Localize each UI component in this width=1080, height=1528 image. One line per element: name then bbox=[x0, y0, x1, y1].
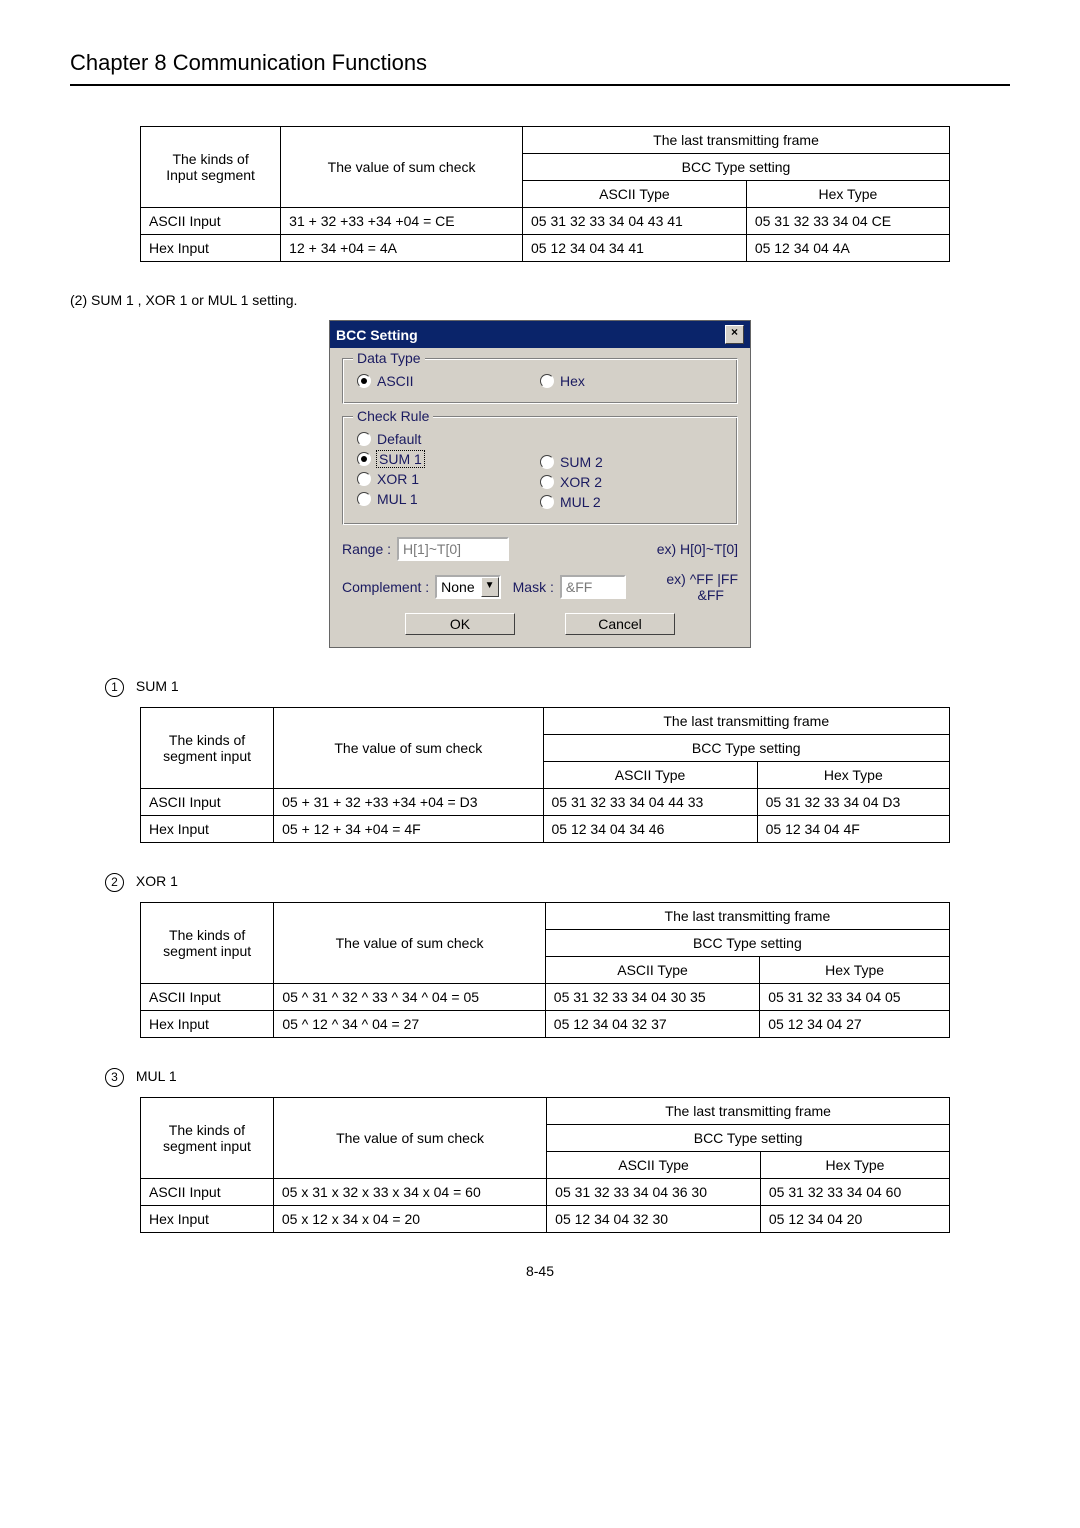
radio-sum2[interactable]: SUM 2 bbox=[540, 454, 723, 470]
radio-xor2-label: XOR 2 bbox=[560, 474, 602, 490]
radio-xor2[interactable]: XOR 2 bbox=[540, 474, 723, 490]
radio-sum1[interactable]: SUM 1 bbox=[357, 451, 540, 467]
radio-dot-icon bbox=[357, 472, 371, 486]
radio-dot-icon bbox=[357, 432, 371, 446]
table-row: ASCII Input 05 + 31 + 32 +33 +34 +04 = D… bbox=[141, 789, 950, 816]
complement-select[interactable]: None ▼ bbox=[435, 575, 500, 599]
col-bcc-type: BCC Type setting bbox=[523, 154, 950, 181]
col-hex-type: Hex Type bbox=[757, 762, 949, 789]
col-kinds: The kinds of Input segment bbox=[141, 127, 281, 208]
col-bcc-type: BCC Type setting bbox=[543, 735, 950, 762]
mask-example: ex) ^FF |FF &FF bbox=[666, 571, 738, 603]
heading-xor1: 2 XOR 1 bbox=[105, 873, 1010, 892]
heading-xor1-text: XOR 1 bbox=[136, 873, 178, 889]
range-example: ex) H[0]~T[0] bbox=[657, 541, 738, 557]
radio-ascii[interactable]: ASCII bbox=[357, 373, 540, 389]
caption-sum-xor-mul: (2) SUM 1 , XOR 1 or MUL 1 setting. bbox=[70, 292, 1010, 308]
radio-mul1[interactable]: MUL 1 bbox=[357, 491, 540, 507]
heading-sum1: 1 SUM 1 bbox=[105, 678, 1010, 697]
circled-number-icon: 1 bbox=[105, 678, 124, 697]
radio-dot-icon bbox=[540, 475, 554, 489]
radio-xor1[interactable]: XOR 1 bbox=[357, 471, 540, 487]
col-bcc-type: BCC Type setting bbox=[547, 1125, 950, 1152]
group-check-rule-legend: Check Rule bbox=[353, 408, 433, 424]
close-icon[interactable]: × bbox=[725, 325, 744, 344]
table-row: Hex Input 12 + 34 +04 = 4A 05 12 34 04 3… bbox=[141, 235, 950, 262]
col-sumcheck: The value of sum check bbox=[281, 127, 523, 208]
col-hex-type: Hex Type bbox=[760, 957, 950, 984]
radio-mul1-label: MUL 1 bbox=[377, 491, 418, 507]
chevron-down-icon: ▼ bbox=[481, 577, 499, 597]
radio-mul2-label: MUL 2 bbox=[560, 494, 601, 510]
table-row: ASCII Input 05 x 31 x 32 x 33 x 34 x 04 … bbox=[141, 1179, 950, 1206]
col-hex-type: Hex Type bbox=[746, 181, 949, 208]
col-hex-type: Hex Type bbox=[760, 1152, 949, 1179]
radio-ascii-label: ASCII bbox=[377, 373, 414, 389]
radio-sum1-label: SUM 1 bbox=[377, 451, 424, 467]
radio-dot-icon bbox=[357, 452, 371, 466]
col-sumcheck: The value of sum check bbox=[274, 903, 545, 984]
complement-row: Complement : None ▼ Mask : &FF ex) ^FF |… bbox=[342, 571, 738, 603]
col-bcc-type: BCC Type setting bbox=[545, 930, 949, 957]
table-row: Hex Input 05 x 12 x 34 x 04 = 20 05 12 3… bbox=[141, 1206, 950, 1233]
table-row: Hex Input 05 ^ 12 ^ 34 ^ 04 = 27 05 12 3… bbox=[141, 1011, 950, 1038]
col-last-frame: The last transmitting frame bbox=[545, 903, 949, 930]
col-ascii-type: ASCII Type bbox=[543, 762, 757, 789]
radio-default-label: Default bbox=[377, 431, 421, 447]
heading-mul1-text: MUL 1 bbox=[136, 1068, 177, 1084]
group-check-rule: Check Rule Default SUM 1 XOR bbox=[342, 416, 738, 525]
radio-dot-icon bbox=[540, 495, 554, 509]
group-data-type: Data Type ASCII Hex bbox=[342, 358, 738, 404]
col-last-frame: The last transmitting frame bbox=[547, 1098, 950, 1125]
col-ascii-type: ASCII Type bbox=[523, 181, 747, 208]
radio-default[interactable]: Default bbox=[357, 431, 540, 447]
radio-dot-icon bbox=[540, 374, 554, 388]
ok-button[interactable]: OK bbox=[405, 613, 515, 635]
mask-label: Mask : bbox=[513, 579, 554, 595]
col-sumcheck: The value of sum check bbox=[273, 1098, 546, 1179]
radio-xor1-label: XOR 1 bbox=[377, 471, 419, 487]
range-row: Range : H[1]~T[0] ex) H[0]~T[0] bbox=[342, 537, 738, 561]
group-data-type-legend: Data Type bbox=[353, 350, 425, 366]
complement-label: Complement : bbox=[342, 579, 429, 595]
circled-number-icon: 3 bbox=[105, 1068, 124, 1087]
header-rule bbox=[70, 84, 1010, 86]
cancel-button[interactable]: Cancel bbox=[565, 613, 675, 635]
radio-dot-icon bbox=[540, 455, 554, 469]
col-last-frame: The last transmitting frame bbox=[543, 708, 950, 735]
circled-number-icon: 2 bbox=[105, 873, 124, 892]
range-input[interactable]: H[1]~T[0] bbox=[397, 537, 509, 561]
table-sum1: The kinds of segment input The value of … bbox=[140, 707, 950, 843]
table-mul1: The kinds of segment input The value of … bbox=[140, 1097, 950, 1233]
table-xor1: The kinds of segment input The value of … bbox=[140, 902, 950, 1038]
bcc-setting-dialog: BCC Setting × Data Type ASCII bbox=[329, 320, 751, 648]
heading-sum1-text: SUM 1 bbox=[136, 678, 179, 694]
radio-sum2-label: SUM 2 bbox=[560, 454, 603, 470]
col-sumcheck: The value of sum check bbox=[274, 708, 543, 789]
col-kinds: The kinds of segment input bbox=[141, 708, 274, 789]
radio-mul2[interactable]: MUL 2 bbox=[540, 494, 723, 510]
table-row: ASCII Input 31 + 32 +33 +34 +04 = CE 05 … bbox=[141, 208, 950, 235]
dialog-titlebar: BCC Setting × bbox=[330, 321, 750, 348]
chapter-title: Chapter 8 Communication Functions bbox=[70, 50, 1010, 76]
mask-input[interactable]: &FF bbox=[560, 575, 626, 599]
radio-dot-icon bbox=[357, 374, 371, 388]
col-ascii-type: ASCII Type bbox=[547, 1152, 761, 1179]
heading-mul1: 3 MUL 1 bbox=[105, 1068, 1010, 1087]
col-ascii-type: ASCII Type bbox=[545, 957, 759, 984]
dialog-title-text: BCC Setting bbox=[336, 327, 418, 343]
col-kinds: The kinds of segment input bbox=[141, 1098, 274, 1179]
radio-dot-icon bbox=[357, 492, 371, 506]
page-number: 8-45 bbox=[70, 1263, 1010, 1279]
radio-hex-label: Hex bbox=[560, 373, 585, 389]
table-row: Hex Input 05 + 12 + 34 +04 = 4F 05 12 34… bbox=[141, 816, 950, 843]
complement-value: None bbox=[441, 579, 474, 595]
radio-hex[interactable]: Hex bbox=[540, 373, 723, 389]
col-last-frame: The last transmitting frame bbox=[523, 127, 950, 154]
col-kinds: The kinds of segment input bbox=[141, 903, 274, 984]
table-input-segment: The kinds of Input segment The value of … bbox=[140, 126, 950, 262]
table-row: ASCII Input 05 ^ 31 ^ 32 ^ 33 ^ 34 ^ 04 … bbox=[141, 984, 950, 1011]
range-label: Range : bbox=[342, 541, 391, 557]
